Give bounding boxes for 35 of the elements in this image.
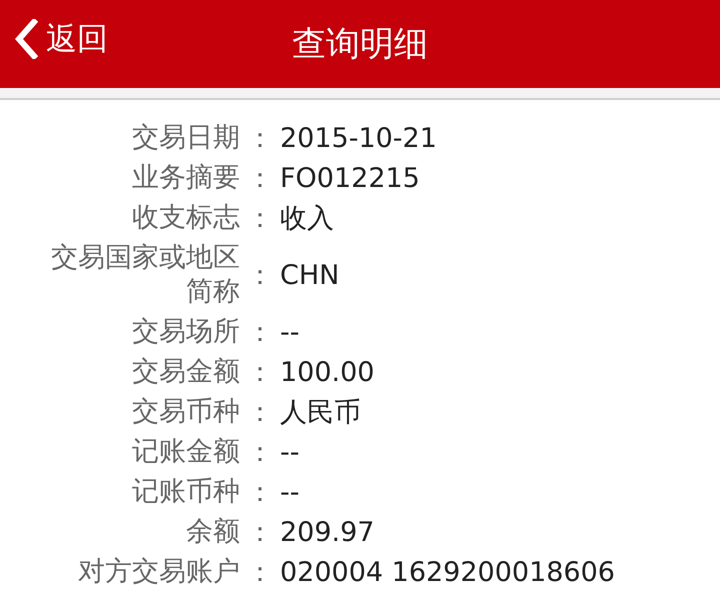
colon: ：	[246, 316, 274, 350]
colon: ：	[246, 516, 274, 550]
colon: ：	[246, 122, 274, 156]
field-label: 记账币种	[132, 475, 240, 509]
field-value: FO012215	[280, 162, 420, 194]
field-label: 交易国家或地区简称	[50, 241, 240, 309]
colon: ：	[246, 356, 274, 390]
colon: ：	[246, 436, 274, 470]
field-value: 人民币	[280, 396, 361, 430]
field-label: 交易场所	[132, 315, 240, 349]
back-button[interactable]: 返回	[14, 18, 108, 60]
field-value: 100.00	[280, 356, 374, 388]
field-value: --	[280, 476, 300, 508]
field-label: 交易币种	[132, 395, 240, 429]
field-label: 余额	[186, 515, 240, 549]
field-value: CHN	[280, 260, 340, 290]
field-value: 收入	[280, 202, 334, 236]
colon: ：	[246, 259, 274, 293]
page-title: 查询明细	[292, 23, 428, 66]
field-value: --	[280, 436, 300, 468]
field-label: 交易日期	[132, 121, 240, 155]
field-label: 收支标志	[132, 201, 240, 235]
field-value: --	[280, 316, 300, 348]
colon: ：	[246, 162, 274, 196]
colon: ：	[246, 476, 274, 510]
colon: ：	[246, 202, 274, 236]
colon: ：	[246, 396, 274, 430]
colon: ：	[246, 556, 274, 590]
field-value: 209.97	[280, 516, 374, 548]
field-value: 020004 1629200018606	[280, 556, 615, 588]
field-label: 记账金额	[132, 435, 240, 469]
field-label: 对方交易账户	[78, 555, 240, 589]
field-value: 2015-10-21	[280, 122, 437, 154]
field-label: 业务摘要	[132, 161, 240, 195]
field-label: 交易金额	[132, 355, 240, 389]
